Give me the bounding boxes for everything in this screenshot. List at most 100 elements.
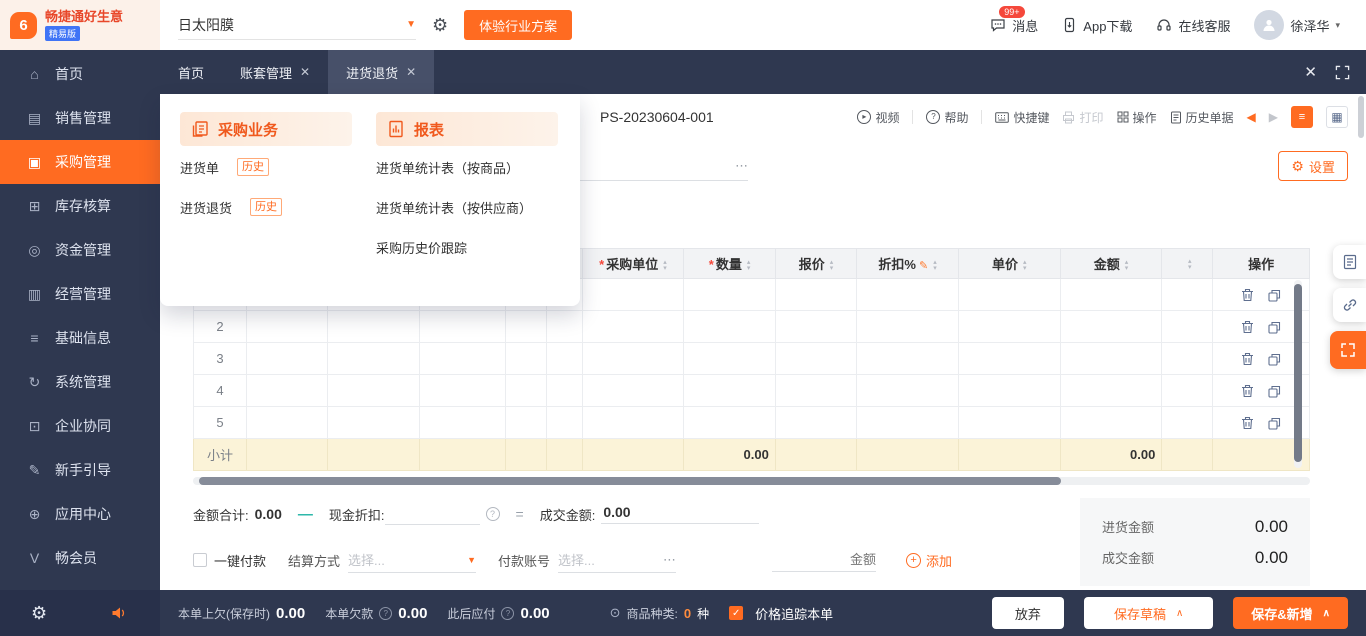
cell[interactable] bbox=[958, 407, 1060, 439]
settings-gear-icon[interactable]: ⚙ bbox=[31, 603, 47, 624]
print-button[interactable]: 打印 bbox=[1062, 109, 1103, 126]
cell[interactable] bbox=[506, 375, 547, 407]
cell[interactable] bbox=[958, 375, 1060, 407]
pay-amount-input[interactable] bbox=[772, 548, 876, 572]
cell[interactable] bbox=[419, 343, 505, 375]
col-discount[interactable]: 折扣%✎▴▾ bbox=[857, 249, 959, 279]
sidebar-item-collaboration[interactable]: ⊡ 企业协同 bbox=[0, 404, 160, 448]
cell[interactable] bbox=[506, 311, 547, 343]
sidebar-item-inventory[interactable]: ⊞ 库存核算 bbox=[0, 184, 160, 228]
feedback-button[interactable] bbox=[1333, 245, 1366, 279]
cell[interactable] bbox=[775, 407, 856, 439]
col-amount[interactable]: 金额▴▾ bbox=[1060, 249, 1162, 279]
save-and-new-button[interactable]: 保存&新增 ∧ bbox=[1233, 597, 1348, 629]
cell[interactable] bbox=[857, 407, 959, 439]
sort-icon[interactable]: ▴▾ bbox=[747, 260, 751, 272]
fullscreen-icon[interactable] bbox=[1335, 65, 1350, 80]
settings-button[interactable]: ⚙ 设置 bbox=[1278, 151, 1348, 181]
menu-item-purchase-order[interactable]: 进货单 历史 bbox=[180, 148, 352, 186]
question-circle-icon[interactable]: ? bbox=[501, 607, 514, 620]
copy-row-icon[interactable] bbox=[1268, 321, 1281, 334]
delete-row-icon[interactable] bbox=[1241, 320, 1254, 334]
cell[interactable] bbox=[1162, 279, 1213, 311]
cell[interactable] bbox=[328, 311, 420, 343]
col-quote[interactable]: 报价▴▾ bbox=[775, 249, 856, 279]
cell[interactable] bbox=[1162, 375, 1213, 407]
cell[interactable] bbox=[775, 311, 856, 343]
table-view-toggle[interactable]: ▦ bbox=[1326, 106, 1348, 128]
cell[interactable] bbox=[684, 407, 776, 439]
sidebar-item-operation[interactable]: ▥ 经营管理 bbox=[0, 272, 160, 316]
question-circle-icon[interactable]: ? bbox=[486, 507, 500, 521]
cell[interactable] bbox=[1060, 343, 1162, 375]
cell[interactable] bbox=[958, 279, 1060, 311]
col-spare[interactable]: ▴▾ bbox=[1162, 249, 1213, 279]
cell[interactable] bbox=[775, 343, 856, 375]
cell[interactable] bbox=[857, 375, 959, 407]
one-key-pay-checkbox[interactable] bbox=[193, 553, 207, 567]
cell[interactable] bbox=[1060, 407, 1162, 439]
question-circle-icon[interactable]: ? bbox=[379, 607, 392, 620]
page-scrollbar-thumb[interactable] bbox=[1358, 96, 1364, 138]
sort-icon[interactable]: ▴▾ bbox=[663, 260, 667, 272]
cell[interactable] bbox=[1060, 311, 1162, 343]
grid-vertical-scrollbar-thumb[interactable] bbox=[1294, 284, 1302, 462]
tab-account-management[interactable]: 账套管理 ✕ bbox=[222, 50, 328, 94]
more-icon[interactable]: ⋯ bbox=[735, 158, 748, 174]
user-menu[interactable]: 徐泽华 ▾ bbox=[1254, 10, 1340, 40]
tab-home[interactable]: 首页 bbox=[160, 50, 222, 94]
cell[interactable] bbox=[246, 375, 327, 407]
cell[interactable] bbox=[1162, 407, 1213, 439]
pay-account-select[interactable]: 选择... ⋯ bbox=[558, 547, 676, 573]
video-button[interactable]: ▸ 视频 bbox=[857, 109, 899, 126]
sidebar-item-sales[interactable]: ▤ 销售管理 bbox=[0, 96, 160, 140]
close-all-icon[interactable]: ✕ bbox=[1304, 63, 1317, 81]
col-qty[interactable]: *数量▴▾ bbox=[684, 249, 776, 279]
cell[interactable] bbox=[684, 375, 776, 407]
copy-row-icon[interactable] bbox=[1268, 417, 1281, 430]
batch-edit-icon[interactable]: ✎ bbox=[919, 260, 928, 272]
cash-discount-input[interactable] bbox=[385, 503, 480, 525]
cell[interactable] bbox=[546, 375, 582, 407]
col-purchase-unit[interactable]: *采购单位▴▾ bbox=[582, 249, 684, 279]
cell[interactable] bbox=[1060, 279, 1162, 311]
cell[interactable] bbox=[546, 311, 582, 343]
cell[interactable] bbox=[857, 279, 959, 311]
sidebar-item-home[interactable]: ⌂ 首页 bbox=[0, 52, 160, 96]
app-download-button[interactable]: App下载 bbox=[1062, 16, 1132, 35]
copy-row-icon[interactable] bbox=[1268, 353, 1281, 366]
cell[interactable] bbox=[582, 407, 684, 439]
more-icon[interactable]: ⋯ bbox=[663, 552, 676, 568]
prev-page-icon[interactable]: ◀ bbox=[1247, 110, 1256, 124]
sidebar-item-system[interactable]: ↻ 系统管理 bbox=[0, 360, 160, 404]
cell[interactable] bbox=[419, 311, 505, 343]
delete-row-icon[interactable] bbox=[1241, 384, 1254, 398]
menu-item-report-by-product[interactable]: 进货单统计表（按商品） bbox=[376, 148, 558, 186]
cell[interactable] bbox=[506, 343, 547, 375]
menu-item-report-by-supplier[interactable]: 进货单统计表（按供应商） bbox=[376, 188, 558, 226]
cell[interactable] bbox=[775, 279, 856, 311]
save-draft-button[interactable]: 保存草稿 ∧ bbox=[1084, 597, 1213, 629]
col-unit-price[interactable]: 单价▴▾ bbox=[958, 249, 1060, 279]
cell[interactable] bbox=[684, 343, 776, 375]
sidebar-item-base-info[interactable]: ≡ 基础信息 bbox=[0, 316, 160, 360]
sort-icon[interactable]: ▴▾ bbox=[1188, 259, 1192, 271]
cell[interactable] bbox=[506, 407, 547, 439]
cell[interactable] bbox=[582, 311, 684, 343]
history-badge[interactable]: 历史 bbox=[237, 158, 269, 176]
history-docs-button[interactable]: 历史单据 bbox=[1170, 109, 1234, 126]
cell[interactable] bbox=[328, 375, 420, 407]
cell[interactable] bbox=[419, 375, 505, 407]
copy-row-icon[interactable] bbox=[1268, 289, 1281, 302]
delete-row-icon[interactable] bbox=[1241, 352, 1254, 366]
price-track-group[interactable]: ✓ 价格追踪本单 bbox=[729, 604, 833, 623]
sort-icon[interactable]: ▴▾ bbox=[933, 260, 937, 272]
copy-row-icon[interactable] bbox=[1268, 385, 1281, 398]
discard-button[interactable]: 放弃 bbox=[992, 597, 1064, 629]
cell[interactable] bbox=[1162, 311, 1213, 343]
menu-item-price-history[interactable]: 采购历史价跟踪 bbox=[376, 228, 558, 266]
history-badge[interactable]: 历史 bbox=[250, 198, 282, 216]
cell[interactable] bbox=[684, 311, 776, 343]
next-page-icon[interactable]: ▶ bbox=[1269, 110, 1278, 124]
expand-panel-button[interactable] bbox=[1330, 331, 1366, 369]
